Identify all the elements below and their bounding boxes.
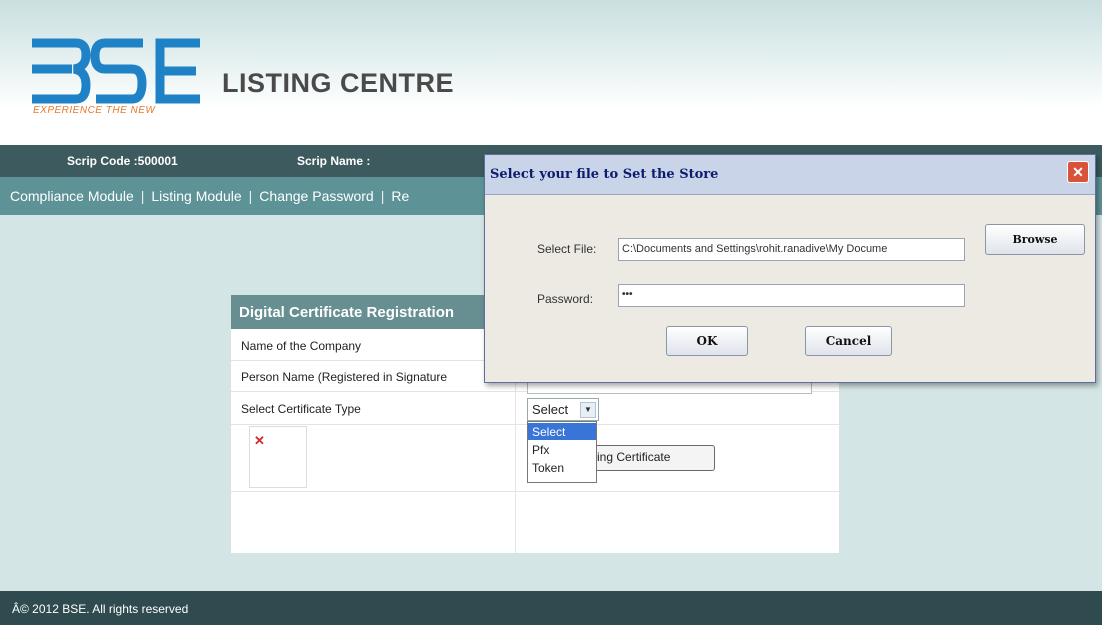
copyright-text: Â© 2012 BSE. All rights reserved — [12, 602, 189, 616]
dialog-body: Select File: C:\Documents and Settings\r… — [485, 194, 1095, 383]
option-select[interactable]: Select — [528, 423, 596, 440]
option-pfx[interactable]: Pfx — [528, 441, 596, 458]
bse-logo — [32, 38, 200, 104]
nav-separator: | — [248, 188, 253, 204]
cert-type-label: Select Certificate Type — [241, 402, 361, 416]
option-token[interactable]: Token — [528, 459, 596, 476]
ok-button[interactable]: OK — [666, 326, 748, 356]
nav-item-truncated[interactable]: Re — [391, 188, 409, 204]
file-path-input[interactable]: C:\Documents and Settings\rohit.ranadive… — [618, 238, 965, 261]
option-token-label: Token — [532, 461, 565, 475]
header: EXPERIENCE THE NEW LISTING CENTRE — [0, 0, 1102, 145]
broken-image-icon: ✕ — [254, 433, 265, 448]
dialog-title: Select your file to Set the Store — [490, 167, 719, 182]
nav-separator: | — [140, 188, 145, 204]
page: EXPERIENCE THE NEW LISTING CENTRE Scrip … — [0, 0, 1102, 625]
password-input[interactable]: ••• — [618, 284, 965, 307]
company-label: Name of the Company — [241, 339, 362, 353]
footer: Â© 2012 BSE. All rights reserved — [0, 591, 1102, 625]
nav-compliance-module[interactable]: Compliance Module — [10, 188, 134, 204]
logo-tagline: EXPERIENCE THE NEW — [33, 105, 156, 116]
certificate-type-options: Select Pfx Token — [527, 421, 597, 483]
site-title: LISTING CENTRE — [222, 68, 455, 98]
cancel-button[interactable]: Cancel — [805, 326, 892, 356]
certificate-type-select[interactable]: Select ▼ — [527, 398, 599, 421]
scrip-code: Scrip Code :500001 — [67, 154, 178, 168]
person-label: Person Name (Registered in Signature — [241, 370, 448, 384]
panel-title: Digital Certificate Registration — [239, 304, 455, 321]
file-select-dialog: Select your file to Set the Store ✕ Sele… — [484, 154, 1096, 383]
close-icon[interactable]: ✕ — [1067, 161, 1089, 183]
select-file-label: Select File: — [537, 242, 597, 256]
scrip-name: Scrip Name : — [297, 154, 371, 168]
chevron-down-icon[interactable]: ▼ — [580, 402, 596, 418]
dialog-title-bar: Select your file to Set the Store ✕ — [485, 155, 1095, 194]
password-label: Password: — [537, 292, 594, 306]
browse-button[interactable]: Browse — [985, 224, 1085, 255]
nav-listing-module[interactable]: Listing Module — [151, 188, 241, 204]
option-select-label: Select — [532, 425, 566, 439]
nav-change-password[interactable]: Change Password — [259, 188, 373, 204]
broken-image: ✕ — [249, 426, 307, 488]
nav-separator: | — [380, 188, 385, 204]
select-value: Select — [532, 402, 569, 417]
option-pfx-label: Pfx — [532, 443, 550, 457]
